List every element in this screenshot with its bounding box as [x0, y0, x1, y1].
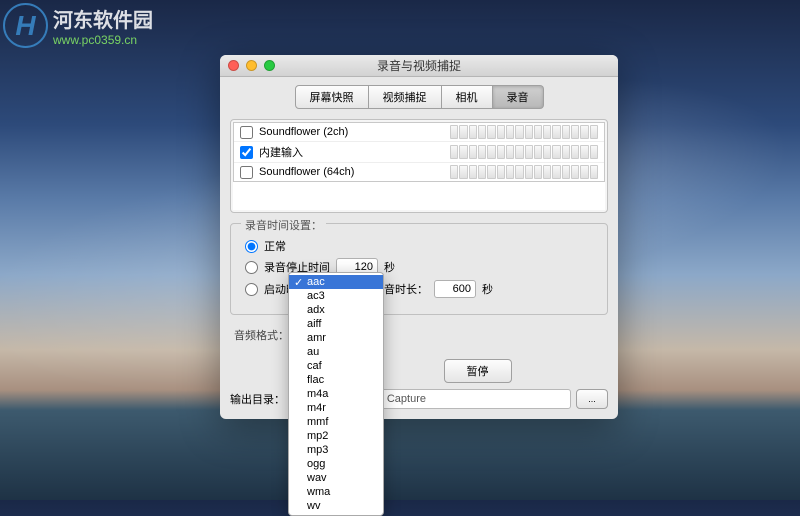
level-meter: [450, 145, 598, 159]
radio-normal[interactable]: [245, 240, 258, 253]
titlebar[interactable]: 录音与视频捕捉: [220, 55, 618, 77]
format-option[interactable]: m4a: [289, 387, 383, 401]
format-option[interactable]: ac3: [289, 289, 383, 303]
device-name: 内建输入: [259, 144, 450, 160]
format-dropdown[interactable]: aacac3adxaiffamraucafflacm4am4rmmfmp2mp3…: [288, 272, 384, 516]
timing-fieldset: 录音时间设置： 正常 录音停止时间 秒 启动时间： 录音时长： 秒: [230, 223, 608, 315]
format-label: 音频格式：: [234, 327, 289, 343]
radio-normal-label: 正常: [264, 238, 286, 254]
watermark: H 河东软件园 www.pc0359.cn: [3, 3, 183, 48]
window-title: 录音与视频捕捉: [220, 57, 618, 74]
level-meter: [450, 125, 598, 139]
device-name: Soundflower (2ch): [259, 126, 450, 138]
device-row: Soundflower (64ch): [234, 163, 604, 181]
device-checkbox[interactable]: [240, 166, 253, 179]
tab-3[interactable]: 录音: [493, 85, 544, 109]
seconds-unit-2: 秒: [482, 281, 493, 297]
device-checkbox[interactable]: [240, 146, 253, 159]
device-panel: Soundflower (2ch) 内建输入 Soundflower (64ch): [230, 119, 608, 213]
format-option[interactable]: amr: [289, 331, 383, 345]
app-window: 录音与视频捕捉 屏幕快照视频捕捉相机录音 Soundflower (2ch) 内建…: [220, 55, 618, 419]
format-option[interactable]: m4r: [289, 401, 383, 415]
format-option[interactable]: aiff: [289, 317, 383, 331]
format-option[interactable]: mp3: [289, 443, 383, 457]
tab-2[interactable]: 相机: [442, 85, 493, 109]
brand-url: www.pc0359.cn: [53, 33, 153, 47]
device-row: 内建输入: [234, 142, 604, 163]
device-checkbox[interactable]: [240, 126, 253, 139]
device-row: Soundflower (2ch): [234, 123, 604, 142]
duration-input[interactable]: [434, 280, 476, 298]
format-option[interactable]: caf: [289, 359, 383, 373]
format-option[interactable]: adx: [289, 303, 383, 317]
format-option[interactable]: wav: [289, 471, 383, 485]
format-option[interactable]: wma: [289, 485, 383, 499]
device-name: Soundflower (64ch): [259, 166, 450, 178]
tab-0[interactable]: 屏幕快照: [295, 85, 369, 109]
logo-icon: H: [3, 3, 48, 48]
format-option[interactable]: aac: [289, 275, 383, 289]
format-option[interactable]: wv: [289, 499, 383, 513]
format-option[interactable]: ogg: [289, 457, 383, 471]
timing-legend: 录音时间设置：: [241, 217, 326, 233]
format-option[interactable]: au: [289, 345, 383, 359]
browse-button[interactable]: ...: [576, 389, 608, 409]
brand-text: 河东软件园: [53, 10, 153, 32]
tab-1[interactable]: 视频捕捉: [369, 85, 442, 109]
output-label: 输出目录：: [230, 391, 285, 407]
radio-start[interactable]: [245, 283, 258, 296]
format-option[interactable]: mmf: [289, 415, 383, 429]
radio-stop[interactable]: [245, 261, 258, 274]
pause-button[interactable]: 暂停: [444, 359, 512, 383]
format-option[interactable]: mp2: [289, 429, 383, 443]
seconds-unit: 秒: [384, 259, 395, 275]
level-meter: [450, 165, 598, 179]
format-option[interactable]: flac: [289, 373, 383, 387]
tab-bar: 屏幕快照视频捕捉相机录音: [220, 85, 618, 109]
